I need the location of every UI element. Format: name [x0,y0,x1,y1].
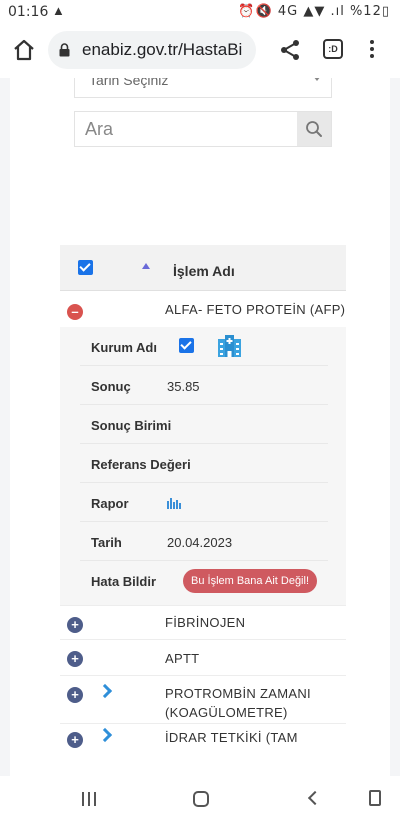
row-name: APTT [165,651,200,666]
home-nav-icon[interactable] [193,791,209,807]
search-icon [306,121,322,137]
table-header: İşlem Adı [60,245,346,291]
row-name: ALFA- FETO PROTEİN (AFP) [165,302,346,317]
detail-label: Rapor [91,496,129,511]
chevron-right-icon[interactable] [97,683,113,699]
keyboard-icon[interactable] [369,790,381,806]
tarih-value: 20.04.2023 [167,535,233,550]
table-row[interactable]: + İDRAR TETKİKİ (TAM [60,723,346,776]
row-name: İDRAR TETKİKİ (TAM [165,730,298,745]
search-box [74,111,332,147]
sonuc-value: 35.85 [167,379,200,394]
search-input[interactable] [75,112,297,146]
address-bar[interactable]: enabiz.gov.tr/HastaBi [48,31,256,69]
recent-apps-icon[interactable] [82,792,96,806]
expand-icon[interactable]: + [67,687,83,703]
more-menu-icon[interactable] [364,37,380,65]
table-row[interactable]: + PROTROMBİN ZAMANI (KOAGÜLOMETRE) [60,675,346,723]
detail-label: Referans Değeri [91,457,191,472]
back-icon[interactable] [307,790,323,806]
search-button[interactable] [297,112,331,146]
status-bar: 01:16 ▲ ⏰🔇 4G ▲▼ .ıl %12▯ [0,0,400,24]
detail-hata: Hata Bildir Bu İşlem Bana Ait Değil! [80,561,328,605]
home-icon[interactable] [12,38,36,62]
table-row[interactable]: + APTT [60,639,346,675]
page-content[interactable]: Tarih Seçiniz İşlem Adı – ALFA- FETO PRO… [0,78,400,776]
report-error-button[interactable]: Bu İşlem Bana Ait Değil! [183,569,318,593]
status-indicators: ⏰🔇 4G ▲▼ .ıl %12▯ [238,4,390,19]
detail-rapor: Rapor [80,483,328,522]
tab-switcher-button[interactable]: :D [323,39,343,59]
detail-label: Hata Bildir [91,574,157,589]
table-row[interactable]: – ALFA- FETO PROTEİN (AFP) [60,291,346,327]
lock-icon [59,43,70,60]
expand-icon[interactable]: + [67,617,83,633]
column-header-islem-adi[interactable]: İşlem Adı [173,263,235,279]
sort-asc-icon[interactable] [142,263,150,269]
detail-sonuc: Sonuç 35.85 [80,366,328,405]
warning-icon: ▲ [52,3,65,18]
row-name: PROTROMBİN ZAMANI (KOAGÜLOMETRE) [165,686,311,720]
row-name: FİBRİNOJEN [165,615,246,630]
content-card: Tarih Seçiniz İşlem Adı – ALFA- FETO PRO… [10,78,390,776]
chevron-right-icon[interactable] [97,727,113,743]
date-select-label: Tarih Seçiniz [89,78,169,88]
results-table: İşlem Adı – ALFA- FETO PROTEİN (AFP) Kur… [60,245,346,776]
expand-icon[interactable]: + [67,651,83,667]
detail-label: Sonuç Birimi [91,418,172,433]
collapse-icon[interactable]: – [67,304,83,320]
hospital-icon[interactable] [217,333,242,358]
status-time: 01:16 [8,4,49,20]
share-icon[interactable] [278,38,302,62]
detail-label: Tarih [91,535,122,550]
row-details: Kurum Adı Sonuç 35.85 Sonuç Birimi Refer… [60,327,346,605]
bar-chart-icon[interactable] [167,497,181,509]
kurum-checkbox[interactable] [179,338,194,353]
detail-label: Kurum Adı [91,340,157,355]
url-text: enabiz.gov.tr/HastaBi [82,40,243,59]
chevron-down-icon [313,78,321,81]
date-select[interactable]: Tarih Seçiniz [74,78,332,98]
detail-kurum: Kurum Adı [80,327,328,366]
detail-tarih: Tarih 20.04.2023 [80,522,328,561]
detail-birim: Sonuç Birimi [80,405,328,444]
select-all-checkbox[interactable] [78,260,93,275]
android-nav-bar [0,776,400,822]
expand-icon[interactable]: + [67,732,83,748]
detail-referans: Referans Değeri [80,444,328,483]
table-row[interactable]: + FİBRİNOJEN [60,605,346,639]
browser-toolbar: enabiz.gov.tr/HastaBi :D [0,24,400,78]
detail-label: Sonuç [91,379,131,394]
